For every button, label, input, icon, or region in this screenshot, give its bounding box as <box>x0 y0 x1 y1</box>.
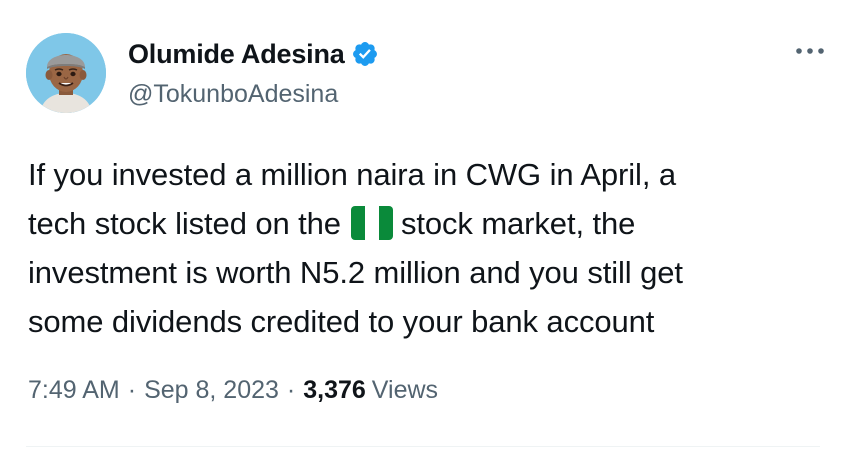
tweet-text: If you invested a million naira in CWG i… <box>28 150 818 346</box>
tweet-card: Olumide Adesina @TokunboAdesina If you i… <box>0 0 842 452</box>
tweet-text-after-flag: stock market, the <box>400 206 636 241</box>
tweet-text-line-4: some dividends credited to your bank acc… <box>28 304 655 339</box>
views-count: 3,376 <box>303 376 366 404</box>
tweet-text-line-2: tech stock listed on the stock market, th… <box>28 199 818 248</box>
author-handle[interactable]: @TokunboAdesina <box>128 80 338 109</box>
tweet-text-line-3: investment is worth N5.2 million and you… <box>28 255 683 290</box>
author-name-row: Olumide Adesina <box>128 36 379 72</box>
tweet-text-before-flag: tech stock listed on the <box>28 206 341 241</box>
nigeria-flag-icon <box>350 205 393 240</box>
meta-separator: · <box>127 376 137 404</box>
divider <box>26 446 820 447</box>
tweet-meta: 7:49 AM · Sep 8, 2023 · 3,376 Views <box>28 376 438 405</box>
avatar[interactable] <box>26 33 106 113</box>
tweet-date[interactable]: Sep 8, 2023 <box>144 376 279 404</box>
views-label: Views <box>371 376 439 404</box>
tweet-time[interactable]: 7:49 AM <box>28 376 120 404</box>
tweet-text-line-1: If you invested a million naira in CWG i… <box>28 157 676 192</box>
more-dots-icon[interactable] <box>790 38 830 64</box>
memoji-avatar-icon <box>26 33 106 113</box>
verified-badge-icon <box>351 40 379 68</box>
author-display-name[interactable]: Olumide Adesina <box>128 39 345 70</box>
meta-separator: · <box>286 376 296 404</box>
